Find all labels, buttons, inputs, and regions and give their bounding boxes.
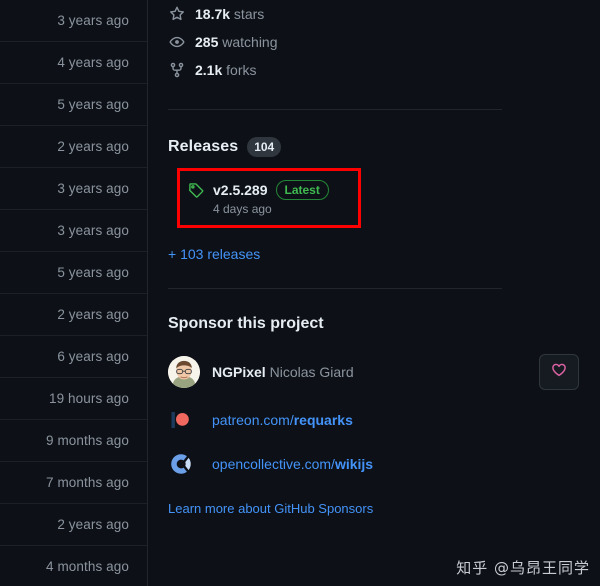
eye-icon [168, 34, 185, 51]
release-date: 4 days ago [213, 202, 272, 216]
sponsor-link-patreon[interactable]: patreon.com/requarks [168, 407, 570, 433]
commit-age-row: 2 years ago [0, 504, 147, 546]
commit-age-row: 2 years ago [0, 294, 147, 336]
commit-age-text: 6 years ago [57, 349, 129, 364]
sponsor-fullname: Nicolas Giard [269, 364, 354, 380]
releases-section: Releases 104 v2.5.289 Latest 4 days ago … [168, 137, 570, 264]
stat-forks[interactable]: 2.1k forks [168, 56, 570, 84]
divider-above-releases [168, 109, 502, 110]
latest-badge: Latest [275, 180, 329, 200]
releases-header: Releases 104 [168, 137, 570, 157]
latest-release-highlight[interactable]: v2.5.289 Latest 4 days ago [177, 168, 361, 228]
commit-age-text: 3 years ago [57, 223, 129, 238]
commit-age-text: 3 years ago [57, 13, 129, 28]
avatar[interactable] [168, 356, 200, 388]
stat-watching-text: 285 watching [195, 34, 278, 50]
learn-more-sponsors-link[interactable]: Learn more about GitHub Sponsors [168, 501, 373, 516]
patreon-link-text[interactable]: patreon.com/requarks [212, 412, 353, 428]
commit-age-row: 9 months ago [0, 420, 147, 462]
commit-age-text: 2 years ago [57, 517, 129, 532]
commit-age-text: 4 years ago [57, 55, 129, 70]
commit-age-row: 5 years ago [0, 84, 147, 126]
commit-age-row: 19 hours ago [0, 378, 147, 420]
commit-age-text: 2 years ago [57, 139, 129, 154]
commit-age-text: 5 years ago [57, 265, 129, 280]
commit-age-text: 3 years ago [57, 181, 129, 196]
divider-above-sponsor [168, 288, 502, 289]
commit-age-row: 2 years ago [0, 126, 147, 168]
commit-age-row: 6 years ago [0, 336, 147, 378]
release-version: v2.5.289 [213, 182, 268, 198]
patreon-icon [168, 407, 194, 433]
more-releases-link[interactable]: + 103 releases [168, 246, 260, 262]
star-icon [168, 6, 185, 23]
stat-stars-text: 18.7k stars [195, 6, 265, 22]
sponsor-link-opencollective[interactable]: opencollective.com/wikijs [168, 451, 570, 477]
sponsor-title: Sponsor this project [168, 315, 324, 332]
commit-age-text: 19 hours ago [48, 391, 129, 406]
stat-forks-text: 2.1k forks [195, 62, 257, 78]
stat-watching[interactable]: 285 watching [168, 28, 570, 56]
opencollective-link-text[interactable]: opencollective.com/wikijs [212, 456, 373, 472]
sponsor-person-row: NGPixel Nicolas Giard [168, 354, 579, 390]
sponsor-heart-button[interactable] [539, 354, 579, 390]
watermark: 知乎 @乌昂王同学 [456, 559, 590, 577]
commit-age-row: 4 months ago [0, 546, 147, 586]
sponsor-handle: NGPixel [212, 364, 266, 380]
heart-icon [551, 362, 567, 383]
commit-age-row: 3 years ago [0, 210, 147, 252]
opencollective-icon [168, 451, 194, 477]
sponsor-person-name[interactable]: NGPixel Nicolas Giard [212, 364, 354, 380]
commit-age-text: 5 years ago [57, 97, 129, 112]
releases-title: Releases [168, 138, 239, 155]
commit-age-text: 2 years ago [57, 307, 129, 322]
commit-age-text: 9 months ago [45, 433, 129, 448]
commit-age-row: 4 years ago [0, 42, 147, 84]
commit-age-column: 3 years ago 4 years ago 5 years ago 2 years… [0, 0, 148, 586]
repo-stats: 18.7k stars 285 watching 2.1k forks [168, 0, 570, 84]
commit-age-text: 7 months ago [45, 475, 129, 490]
tag-icon [188, 182, 205, 199]
commit-age-text: 4 months ago [45, 559, 129, 574]
stat-stars[interactable]: 18.7k stars [168, 0, 570, 28]
commit-age-row: 7 months ago [0, 462, 147, 504]
commit-age-row: 3 years ago [0, 0, 147, 42]
sponsor-section: Sponsor this project NGPixel Nicolas Gia… [168, 315, 579, 518]
repository-sidebar-screenshot: 3 years ago 4 years ago 5 years ago 2 years… [0, 0, 600, 586]
releases-count-badge: 104 [247, 137, 282, 157]
repo-sidebar: 18.7k stars 285 watching 2.1k forks Rele… [149, 0, 600, 586]
commit-age-row: 3 years ago [0, 168, 147, 210]
fork-icon [168, 62, 185, 79]
commit-age-row: 5 years ago [0, 252, 147, 294]
